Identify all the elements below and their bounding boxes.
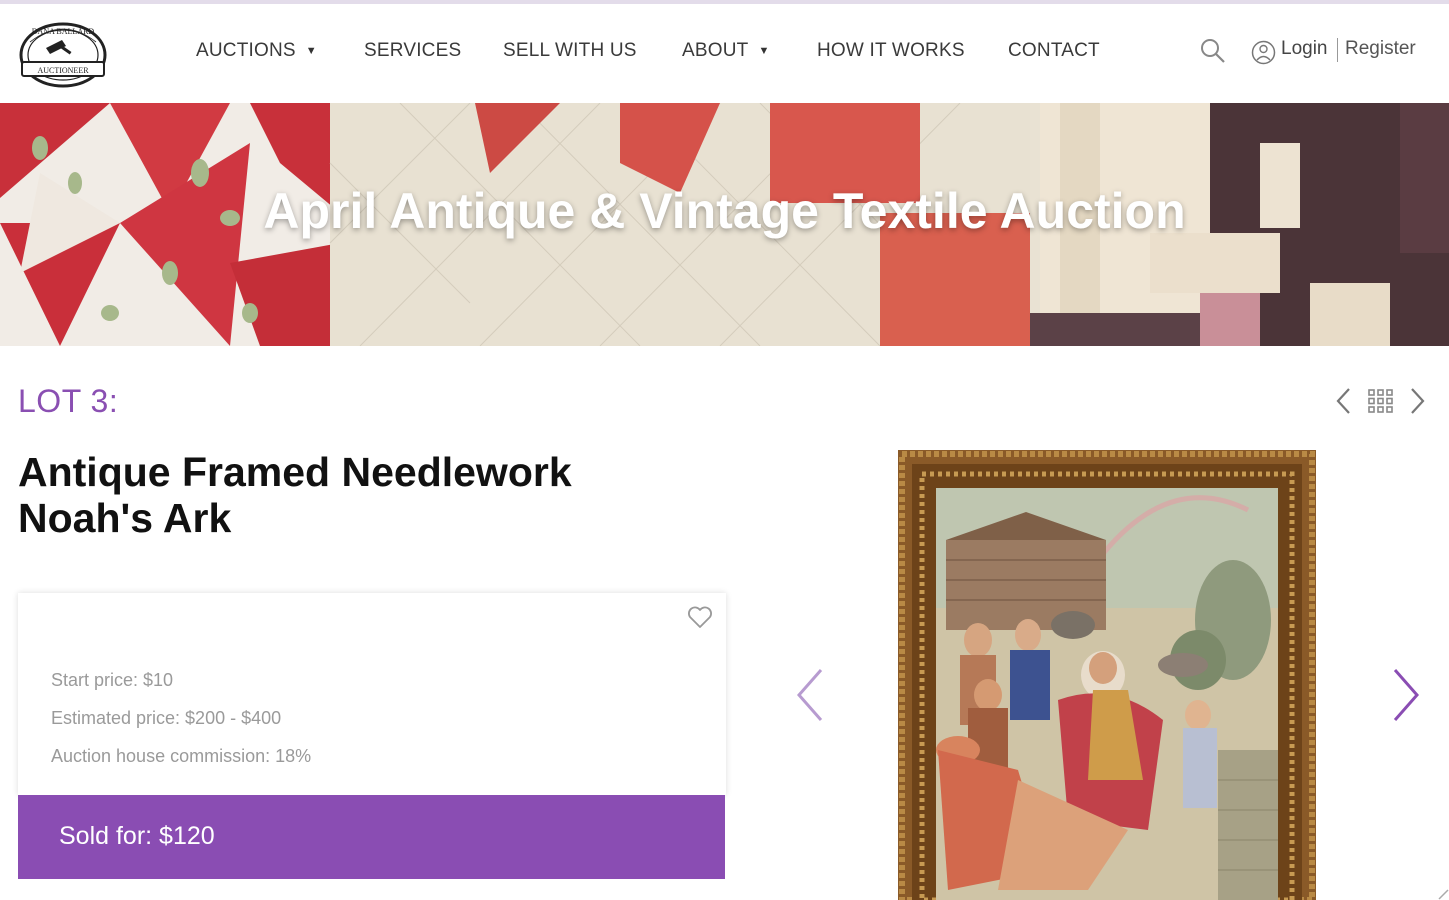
chevron-left-icon[interactable] — [1332, 386, 1356, 416]
svg-text:DANA BALLARD: DANA BALLARD — [32, 27, 95, 36]
caret-down-icon: ▼ — [758, 45, 770, 57]
search-icon[interactable] — [1199, 37, 1227, 65]
nav-how-it-works[interactable]: HOW IT WORKS — [817, 40, 965, 62]
nav-how-it-works-label: HOW IT WORKS — [817, 40, 965, 61]
caret-down-icon: ▼ — [305, 45, 317, 57]
nav-about[interactable]: ABOUT ▼ — [682, 40, 770, 62]
auction-commission: Auction house commission: 18% — [51, 746, 312, 766]
resize-handle — [1438, 889, 1449, 900]
lot-image[interactable] — [898, 450, 1316, 900]
lot-title: Antique Framed Needlework Noah's Ark — [18, 449, 718, 541]
chevron-right-icon[interactable] — [1405, 386, 1429, 416]
banner-title: April Antique & Vintage Textile Auction — [263, 183, 1186, 239]
chevron-left-icon[interactable] — [793, 666, 827, 724]
lot-title-line-2: Noah's Ark — [18, 495, 232, 541]
nav-sell-with-us[interactable]: SELL WITH US — [503, 40, 637, 62]
site-header: AUCTIONEER DANA BALLARD AUCTIONS ▼ SERVIC… — [0, 4, 1449, 103]
sold-for-text: Sold for: $120 — [59, 822, 215, 850]
lot-number: LOT 3: — [18, 383, 119, 419]
nav-services-label: SERVICES — [364, 40, 462, 61]
grid-icon[interactable] — [1367, 388, 1394, 414]
nav-auctions-label: AUCTIONS — [196, 40, 296, 61]
estimated-price: Estimated price: $200 - $400 — [51, 708, 282, 728]
user-icon — [1251, 40, 1276, 65]
register-link[interactable]: Register — [1345, 38, 1416, 60]
nav-services[interactable]: SERVICES — [364, 40, 461, 62]
sold-for-bar: Sold for: $120 — [18, 795, 725, 879]
divider — [1337, 38, 1338, 62]
nav-contact[interactable]: CONTACT — [1008, 40, 1100, 62]
nav-about-label: ABOUT — [682, 40, 749, 61]
start-price: Start price: $10 — [51, 670, 174, 690]
svg-text:AUCTIONEER: AUCTIONEER — [37, 66, 89, 75]
nav-auctions[interactable]: AUCTIONS ▼ — [196, 40, 317, 62]
nav-sell-with-us-label: SELL WITH US — [503, 40, 637, 61]
nav-contact-label: CONTACT — [1008, 40, 1100, 61]
heart-icon[interactable] — [686, 604, 714, 630]
hero-banner: April Antique & Vintage Textile Auction — [0, 103, 1449, 346]
lot-title-line-1: Antique Framed Needlework — [18, 449, 572, 495]
chevron-right-icon[interactable] — [1389, 666, 1423, 724]
logo[interactable]: AUCTIONEER DANA BALLARD — [16, 18, 110, 92]
login-link[interactable]: Login — [1281, 38, 1328, 60]
